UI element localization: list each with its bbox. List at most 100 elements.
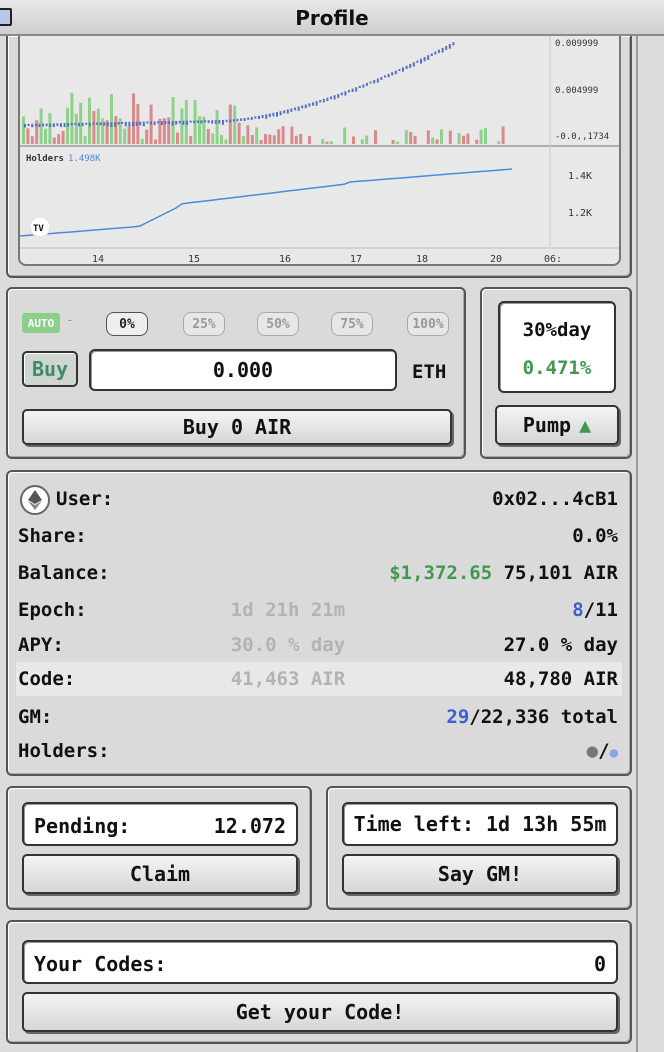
percent-0-button[interactable]: 0% xyxy=(106,312,148,336)
arrow-up-icon: ▲ xyxy=(579,413,592,437)
x-tick-5: 20 xyxy=(490,254,502,265)
volume-bar xyxy=(48,113,52,144)
percent-50-button[interactable]: 50% xyxy=(257,312,299,336)
price-candle xyxy=(362,84,365,88)
price-candle xyxy=(67,123,70,127)
volume-bar xyxy=(431,137,435,144)
price-candle xyxy=(92,122,95,125)
price-candle xyxy=(175,120,178,125)
price-candle xyxy=(225,119,228,123)
price-candle xyxy=(247,117,250,120)
holders-series-value: 1.498K xyxy=(68,154,101,164)
price-candle xyxy=(312,102,314,106)
price-candle xyxy=(445,45,448,51)
rate-label: 30%day xyxy=(522,319,592,341)
volume-bar xyxy=(497,141,501,144)
get-code-button[interactable]: Get your Code! xyxy=(22,992,618,1032)
price-candle xyxy=(142,121,145,127)
price-candle xyxy=(391,72,394,76)
epoch-countdown: 1d 21h 21m xyxy=(230,599,346,621)
price-candle xyxy=(315,101,318,106)
buy-air-button[interactable]: Buy 0 AIR xyxy=(22,409,452,445)
epoch-current: 8 xyxy=(572,599,584,621)
percent-25-button[interactable]: 25% xyxy=(183,312,225,336)
price-tick-2: -0.0,,1734 xyxy=(555,132,609,142)
price-candle xyxy=(330,96,332,100)
volume-bar xyxy=(365,135,369,144)
volume-bar xyxy=(154,139,157,144)
percent-100-button[interactable]: 100% xyxy=(407,312,449,336)
price-candle xyxy=(394,70,397,75)
price-candle xyxy=(337,93,340,99)
volume-bar xyxy=(294,135,298,144)
price-candle xyxy=(186,120,188,125)
volume-bar xyxy=(22,116,25,144)
volume-bar xyxy=(44,128,47,144)
pending-panel: Pending: 12.072 Claim xyxy=(6,786,312,910)
price-candle xyxy=(376,78,379,83)
price-candle xyxy=(117,122,120,125)
price-candle xyxy=(340,92,343,96)
x-tick-3: 17 xyxy=(350,254,362,265)
volume-bar xyxy=(343,127,347,144)
codes-panel: Your Codes: 0 Get your Code! xyxy=(6,920,632,1044)
apy-base: 30.0 % day xyxy=(230,634,346,656)
price-candle xyxy=(427,55,430,60)
price-candle xyxy=(196,120,199,123)
x-tick-6: 06: xyxy=(544,254,562,265)
price-candle xyxy=(150,121,152,125)
price-candle xyxy=(128,121,131,127)
buy-panel: AUTO - 0% 25% 50% 75% 100% Buy 0.000 ETH… xyxy=(6,287,466,459)
gm-panel: Time left: 1d 13h 55m Say GM! xyxy=(326,786,632,910)
volume-bar xyxy=(409,131,413,144)
x-tick-0: 14 xyxy=(92,254,104,265)
volume-bar xyxy=(404,130,408,144)
user-address[interactable]: 0x02...4cB1 xyxy=(492,488,618,510)
buy-mode-button[interactable]: Buy xyxy=(22,351,78,387)
volume-bar xyxy=(435,139,439,144)
ethereum-icon xyxy=(20,485,50,515)
price-candle xyxy=(236,118,239,122)
eth-amount-input[interactable]: 0.000 xyxy=(89,349,397,391)
price-candle xyxy=(222,119,224,125)
code-base: 41,463 AIR xyxy=(230,668,346,690)
price-chart[interactable]: 0.009999 0.004999 -0.0,,1734 Holders 1.4… xyxy=(18,36,621,266)
volume-bar xyxy=(83,136,87,144)
price-candle xyxy=(60,123,62,127)
rate-display: 30%day 0.471% xyxy=(498,301,616,393)
volume-bar xyxy=(180,108,184,144)
your-codes-display: Your Codes: 0 xyxy=(22,940,618,984)
price-candle xyxy=(405,65,408,69)
say-gm-button[interactable]: Say GM! xyxy=(342,854,618,894)
price-candle xyxy=(135,121,138,126)
pump-button[interactable]: Pump ▲ xyxy=(495,405,619,445)
price-candle xyxy=(387,73,390,78)
volume-bar xyxy=(61,130,65,144)
auto-toggle[interactable]: AUTO xyxy=(22,313,60,333)
price-candle xyxy=(38,123,41,128)
volume-bar xyxy=(57,134,61,144)
price-candle xyxy=(301,105,304,109)
price-candle xyxy=(358,85,361,89)
gm-current: 29 xyxy=(446,706,470,728)
percent-75-button[interactable]: 75% xyxy=(331,312,373,336)
holders-series-label: Holders xyxy=(26,154,64,164)
price-candle xyxy=(200,120,203,124)
time-left-label: Time left: xyxy=(353,812,474,836)
price-candle xyxy=(452,42,455,46)
price-candle xyxy=(272,112,275,117)
window-scrollbar[interactable] xyxy=(636,36,664,1052)
pump-panel: 30%day 0.471% Pump ▲ xyxy=(480,287,632,459)
epoch-label: Epoch: xyxy=(18,599,87,621)
price-candle xyxy=(351,88,354,93)
claim-button[interactable]: Claim xyxy=(22,854,298,894)
price-candle xyxy=(157,121,160,124)
price-candle xyxy=(110,122,113,128)
price-candle xyxy=(279,111,282,116)
price-candle xyxy=(348,90,350,93)
price-candle xyxy=(430,53,433,57)
volume-bar xyxy=(233,105,237,144)
price-candle xyxy=(326,97,329,101)
price-candle xyxy=(96,122,98,125)
price-candle xyxy=(42,123,44,127)
